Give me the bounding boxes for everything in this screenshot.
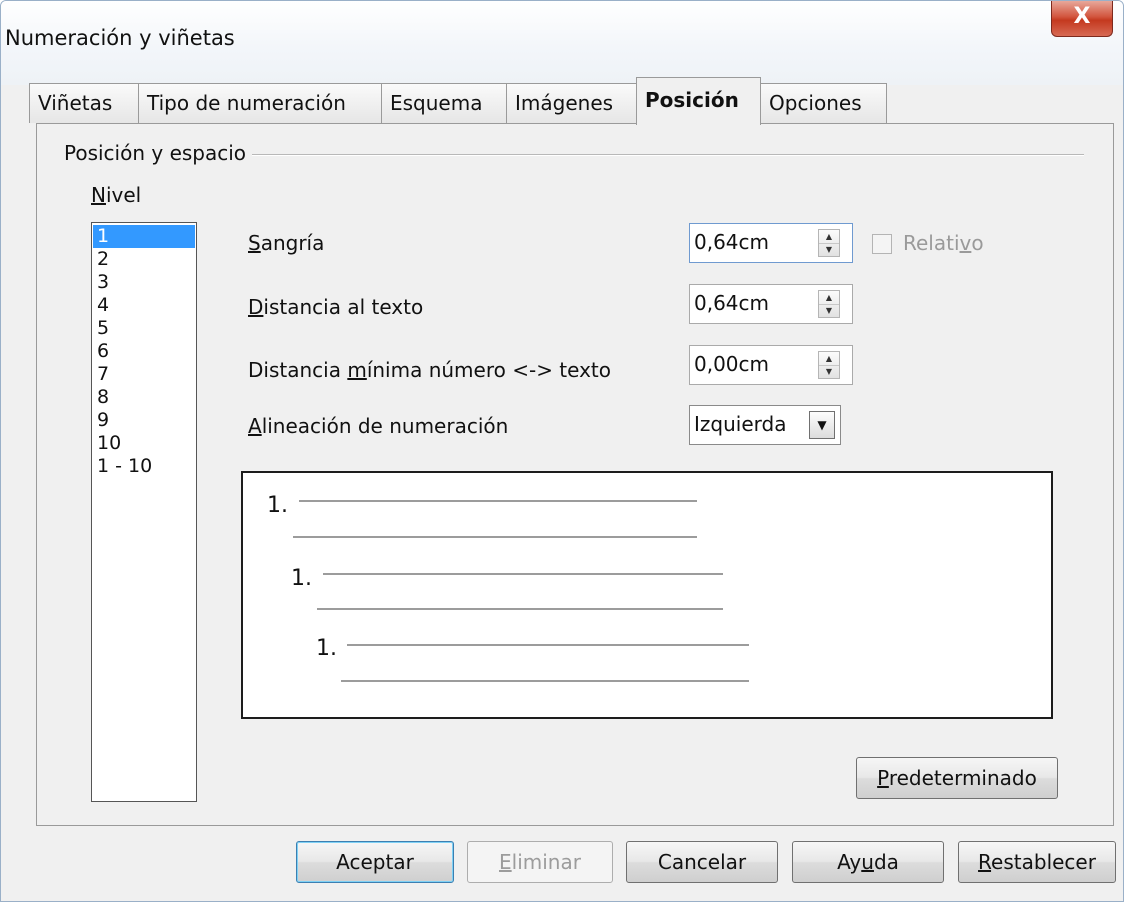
delete-button[interactable]: Eliminar	[467, 841, 613, 883]
cancel-button[interactable]: Cancelar	[626, 841, 778, 883]
level-item-8[interactable]: 8	[93, 386, 195, 409]
level-item-9[interactable]: 9	[93, 409, 195, 432]
spin-down-icon[interactable]: ▼	[819, 304, 839, 317]
spin-up-icon[interactable]: ▲	[819, 352, 839, 366]
preview-line	[341, 680, 749, 682]
tab-options[interactable]: Opciones	[760, 83, 887, 123]
min-distance-label: Distancia mínima número <-> texto	[248, 358, 612, 382]
level-item-7[interactable]: 7	[93, 363, 195, 386]
help-button[interactable]: Ayuda	[792, 841, 944, 883]
min-distance-value[interactable]: 0,00cm	[694, 352, 769, 376]
default-button[interactable]: Predeterminado	[856, 757, 1058, 799]
tab-outline[interactable]: Esquema	[381, 83, 507, 123]
alignment-value[interactable]: Izquierda	[694, 412, 786, 436]
preview-line	[293, 536, 697, 538]
tab-images[interactable]: Imágenes	[506, 83, 637, 123]
level-item-4[interactable]: 4	[93, 294, 195, 317]
window-title: Numeración y viñetas	[5, 26, 235, 50]
spin-up-icon[interactable]: ▲	[819, 291, 839, 305]
alignment-label: Alineación de numeración	[248, 414, 509, 438]
distance-text-spinbox[interactable]: 0,64cm ▲ ▼	[689, 284, 853, 324]
preview-line	[347, 644, 749, 646]
title-bar[interactable]: Numeración y viñetas X	[1, 1, 1123, 85]
level-item-5[interactable]: 5	[93, 317, 195, 340]
chevron-down-icon[interactable]: ▼	[809, 411, 835, 439]
preview-line	[317, 608, 723, 610]
indent-spin-buttons[interactable]: ▲ ▼	[818, 229, 840, 257]
relative-checkbox[interactable]	[872, 234, 892, 254]
preview-number-level-3: 1.	[316, 636, 337, 661]
level-item-3[interactable]: 3	[93, 271, 195, 294]
ok-button[interactable]: Aceptar	[296, 841, 454, 883]
preview-number-level-2: 1.	[291, 566, 312, 591]
distance-text-spin-buttons[interactable]: ▲ ▼	[818, 290, 840, 318]
level-item-1[interactable]: 1	[93, 225, 195, 248]
tab-position[interactable]: Posición	[636, 77, 761, 125]
preview-line	[323, 573, 723, 575]
level-item-6[interactable]: 6	[93, 340, 195, 363]
level-item-10[interactable]: 10	[93, 432, 195, 455]
alignment-select[interactable]: Izquierda ▼	[689, 405, 841, 445]
relative-label: Relativo	[903, 231, 984, 255]
level-list[interactable]: 1 2 3 4 5 6 7 8 9 10 1 - 10	[91, 222, 197, 802]
min-distance-spin-buttons[interactable]: ▲ ▼	[818, 351, 840, 379]
distance-text-label: Distancia al texto	[248, 295, 424, 319]
distance-text-value[interactable]: 0,64cm	[694, 291, 769, 315]
level-item-2[interactable]: 2	[93, 248, 195, 271]
group-position-spacing-label: Posición y espacio	[64, 141, 253, 165]
min-distance-spinbox[interactable]: 0,00cm ▲ ▼	[689, 345, 853, 385]
indent-label: Sangría	[248, 231, 325, 255]
tab-bullets[interactable]: Viñetas	[29, 83, 139, 123]
numbering-preview: 1. 1. 1.	[241, 471, 1053, 719]
level-item-all[interactable]: 1 - 10	[93, 455, 195, 478]
spin-up-icon[interactable]: ▲	[819, 230, 839, 244]
close-icon[interactable]: X	[1051, 1, 1113, 37]
tab-numbering-type[interactable]: Tipo de numeración	[138, 83, 382, 123]
spin-down-icon[interactable]: ▼	[819, 243, 839, 256]
preview-line	[299, 500, 697, 502]
dialog-window: Numeración y viñetas X Viñetas Tipo de n…	[0, 0, 1124, 902]
indent-spinbox[interactable]: 0,64cm ▲ ▼	[689, 223, 853, 263]
spin-down-icon[interactable]: ▼	[819, 365, 839, 378]
reset-button[interactable]: Restablecer	[958, 841, 1116, 883]
level-label: Nivel	[91, 183, 142, 207]
indent-value[interactable]: 0,64cm	[694, 230, 769, 254]
preview-number-level-1: 1.	[267, 493, 288, 518]
